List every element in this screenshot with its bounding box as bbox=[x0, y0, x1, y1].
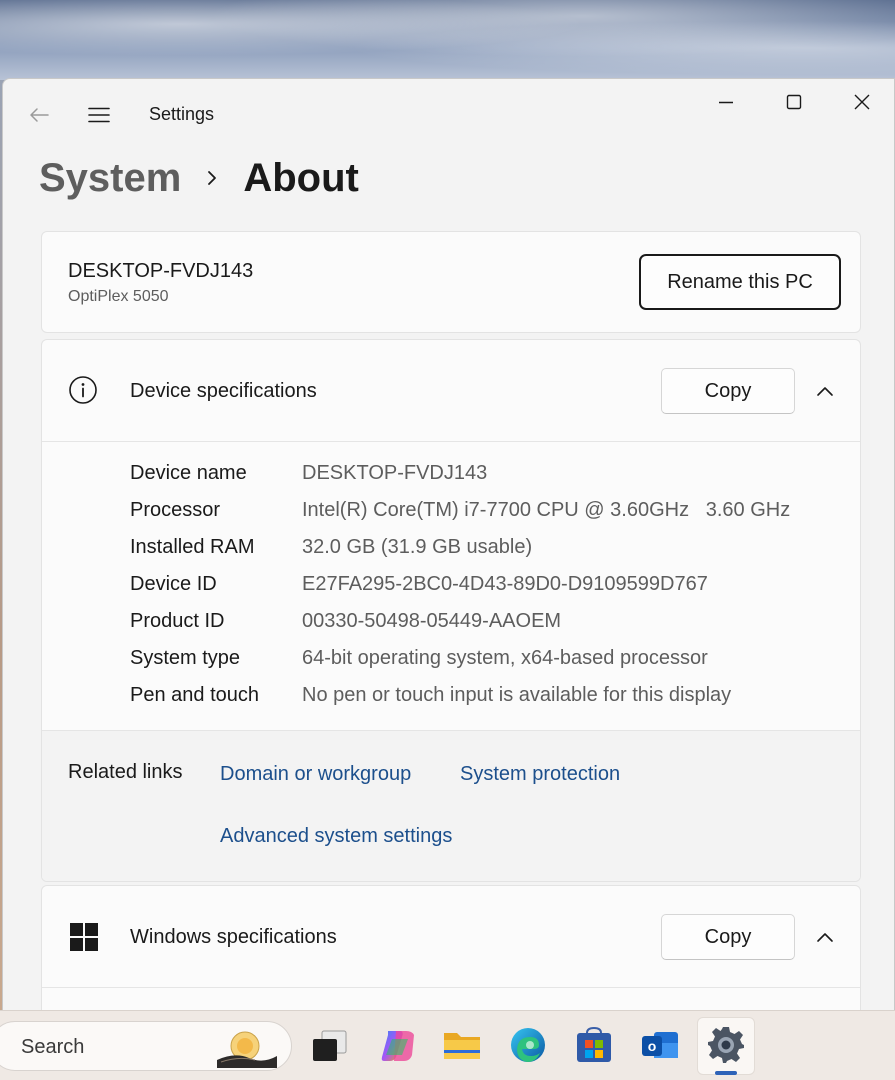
system-protection-link[interactable]: System protection bbox=[460, 763, 620, 786]
spec-label: Pen and touch bbox=[130, 684, 259, 706]
pc-name: DESKTOP-FVDJ143 bbox=[68, 260, 254, 282]
windows-specifications-header[interactable]: Windows specifications Copy bbox=[42, 886, 860, 988]
taskbar-search-box[interactable]: Search bbox=[0, 1021, 292, 1071]
settings-icon[interactable] bbox=[706, 1025, 746, 1065]
back-button[interactable] bbox=[23, 101, 55, 129]
spec-row-system-type: System type 64-bit operating system, x64… bbox=[42, 647, 860, 677]
spec-label: Installed RAM bbox=[130, 536, 255, 558]
chevron-up-icon bbox=[817, 933, 833, 942]
copy-windows-specs-button[interactable]: Copy bbox=[661, 914, 795, 960]
settings-window: Settings System About DESKTOP-FVDJ143 Op… bbox=[2, 78, 895, 1020]
chevron-up-icon bbox=[817, 387, 833, 396]
spec-value: 64-bit operating system, x64-based proce… bbox=[302, 647, 708, 669]
spec-row-device-id: Device ID E27FA295-2BC0-4D43-89D0-D91095… bbox=[42, 573, 860, 603]
spec-row-pen-and-touch: Pen and touch No pen or touch input is a… bbox=[42, 684, 860, 714]
info-icon bbox=[69, 376, 97, 404]
title-bar: Settings bbox=[3, 79, 894, 151]
close-button[interactable] bbox=[839, 89, 885, 115]
spec-label: System type bbox=[130, 647, 241, 669]
minimize-icon bbox=[719, 101, 733, 104]
spec-label: Device name bbox=[130, 462, 247, 484]
svg-text:o: o bbox=[648, 1038, 657, 1054]
related-links: Related links Domain or workgroup System… bbox=[42, 730, 860, 881]
minimize-button[interactable] bbox=[703, 89, 749, 115]
page-title: About bbox=[243, 155, 359, 200]
spec-label: Processor bbox=[130, 499, 221, 521]
spec-row-installed-ram: Installed RAM 32.0 GB (31.9 GB usable) bbox=[42, 536, 860, 566]
app-title: Settings bbox=[149, 104, 215, 124]
collapse-windows-specs-button[interactable] bbox=[812, 926, 838, 948]
search-highlight-icon bbox=[217, 1031, 277, 1068]
spec-value: Intel(R) Core(TM) i7-7700 CPU @ 3.60GHz … bbox=[302, 499, 791, 521]
device-specifications-header[interactable]: Device specifications Copy bbox=[42, 340, 860, 442]
spec-value: E27FA295-2BC0-4D43-89D0-D9109599D767 bbox=[302, 573, 708, 595]
desktop-wallpaper bbox=[0, 0, 895, 80]
spec-label: Product ID bbox=[130, 610, 225, 632]
device-specifications-title: Device specifications bbox=[130, 380, 317, 402]
windows-logo-icon bbox=[70, 923, 98, 951]
spec-value: DESKTOP-FVDJ143 bbox=[302, 462, 488, 484]
chevron-right-icon bbox=[207, 169, 221, 187]
device-specs-list: Device name DESKTOP-FVDJ143 Processor In… bbox=[42, 442, 860, 730]
pc-model: OptiPlex 5050 bbox=[68, 288, 169, 305]
outlook-icon[interactable]: o bbox=[640, 1025, 680, 1065]
spec-value: 00330-50498-05449-AAOEM bbox=[302, 610, 562, 632]
edge-icon[interactable] bbox=[508, 1025, 548, 1065]
taskbar: Search o bbox=[0, 1010, 895, 1080]
breadcrumb-system[interactable]: System bbox=[39, 156, 181, 201]
navigation-menu-button[interactable] bbox=[83, 101, 115, 129]
hamburger-icon bbox=[88, 107, 110, 123]
task-view-icon[interactable] bbox=[310, 1025, 350, 1065]
search-label: Search bbox=[21, 1036, 85, 1058]
domain-or-workgroup-link[interactable]: Domain or workgroup bbox=[220, 763, 411, 786]
spec-value: No pen or touch input is available for t… bbox=[302, 684, 732, 706]
spec-label: Device ID bbox=[130, 573, 217, 595]
back-arrow-icon bbox=[30, 108, 49, 122]
close-icon bbox=[854, 94, 870, 110]
rename-pc-button[interactable]: Rename this PC bbox=[639, 254, 841, 310]
related-links-label: Related links bbox=[68, 761, 183, 783]
store-icon[interactable] bbox=[574, 1025, 614, 1065]
maximize-button[interactable] bbox=[771, 89, 817, 115]
breadcrumb: System About bbox=[39, 153, 359, 203]
active-app-indicator bbox=[715, 1071, 737, 1075]
windows-specifications-card: Windows specifications Copy bbox=[41, 885, 861, 1019]
collapse-device-specs-button[interactable] bbox=[812, 380, 838, 402]
spec-row-device-name: Device name DESKTOP-FVDJ143 bbox=[42, 462, 860, 492]
copy-device-specs-button[interactable]: Copy bbox=[661, 368, 795, 414]
spec-value: 32.0 GB (31.9 GB usable) bbox=[302, 536, 533, 558]
spec-row-processor: Processor Intel(R) Core(TM) i7-7700 CPU … bbox=[42, 499, 860, 529]
copilot-icon[interactable] bbox=[378, 1025, 418, 1065]
pc-name-card: DESKTOP-FVDJ143 OptiPlex 5050 Rename thi… bbox=[41, 231, 861, 333]
device-specifications-card: Device specifications Copy Device name D… bbox=[41, 339, 861, 882]
maximize-icon bbox=[786, 94, 802, 110]
windows-specifications-title: Windows specifications bbox=[130, 926, 337, 948]
advanced-system-settings-link[interactable]: Advanced system settings bbox=[220, 825, 452, 848]
file-explorer-icon[interactable] bbox=[442, 1025, 482, 1065]
spec-row-product-id: Product ID 00330-50498-05449-AAOEM bbox=[42, 610, 860, 640]
